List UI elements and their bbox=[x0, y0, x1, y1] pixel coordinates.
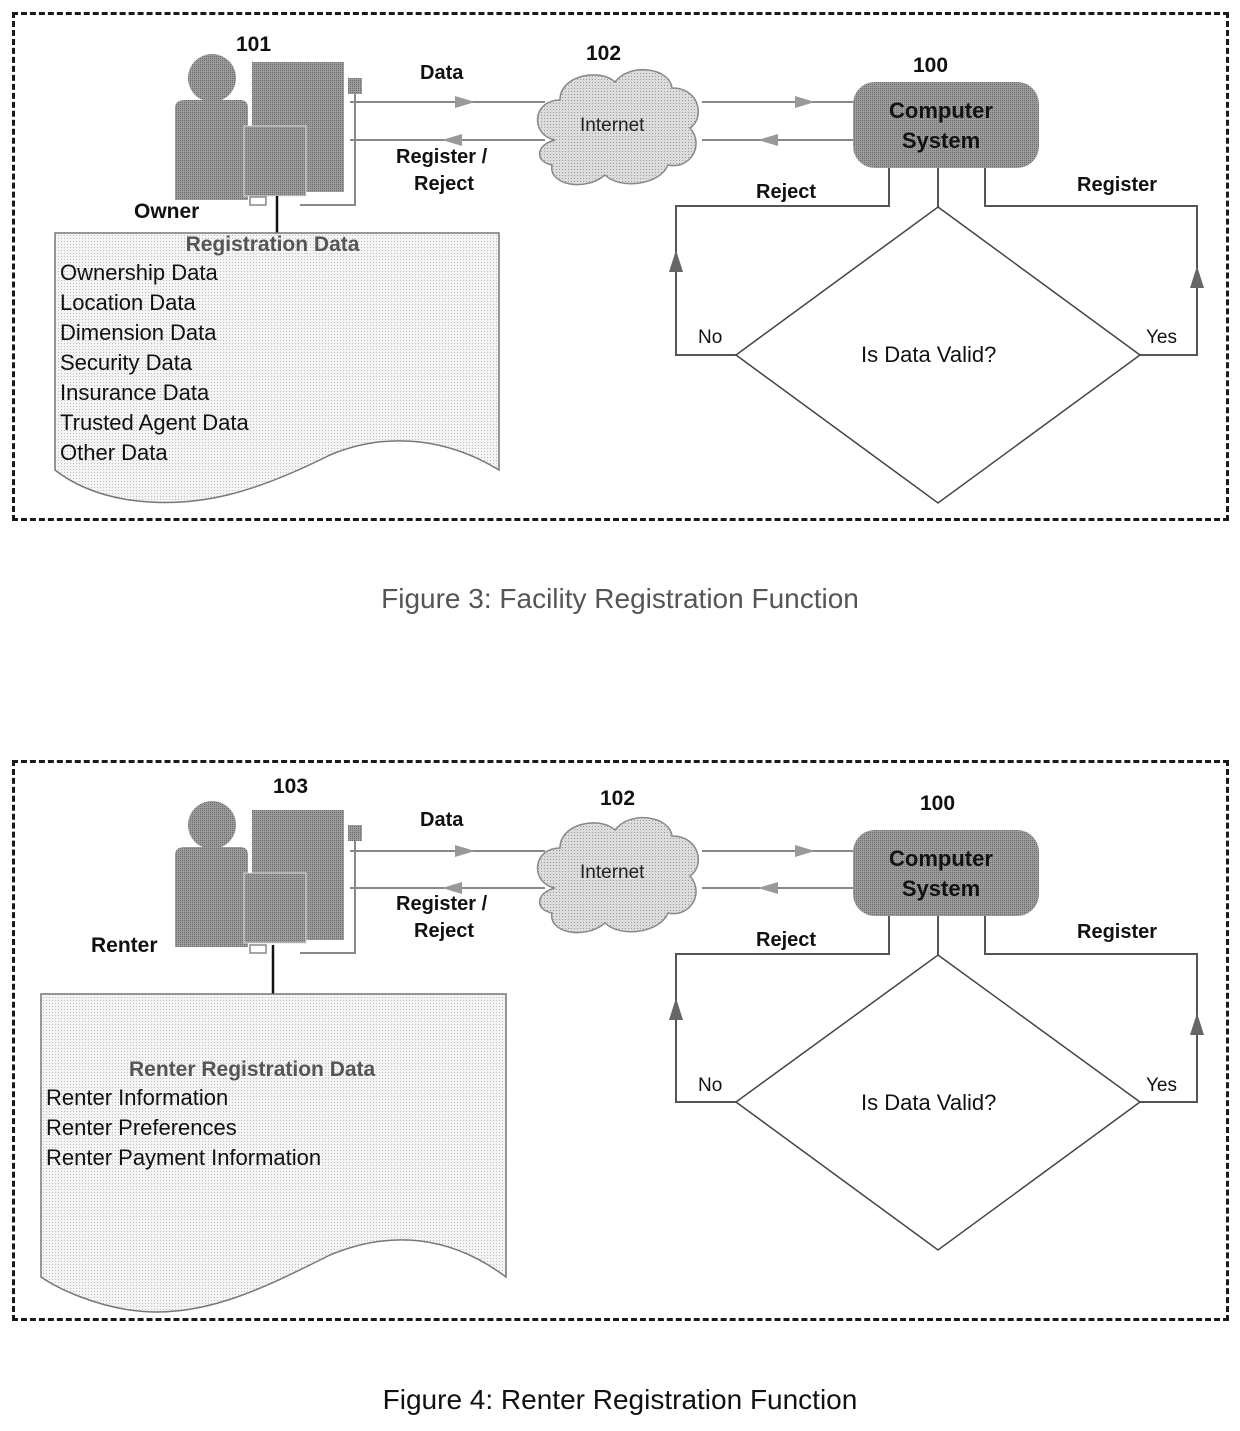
fig3-document-item: Trusted Agent Data bbox=[60, 410, 249, 435]
fig3-document-title: Registration Data bbox=[185, 233, 360, 256]
fig3-register-label: Register bbox=[1077, 174, 1158, 196]
fig3-caption: Figure 3: Facility Registration Function bbox=[381, 583, 859, 614]
fig4-no-label: No bbox=[698, 1075, 723, 1096]
fig3-document-item: Security Data bbox=[60, 350, 193, 375]
fig4-caption: Figure 4: Renter Registration Function bbox=[382, 1384, 858, 1415]
person-body-icon bbox=[175, 100, 248, 200]
fig3-user-label: Owner bbox=[134, 200, 200, 223]
fig4-data-label: Data bbox=[420, 809, 464, 831]
fig3-document-item: Ownership Data bbox=[60, 260, 218, 285]
fig3-document-item: Insurance Data bbox=[60, 380, 210, 405]
fig4-user-label: Renter bbox=[91, 934, 158, 957]
fig3-document-item: Location Data bbox=[60, 290, 196, 315]
fig3-system-ref: 100 bbox=[913, 54, 949, 77]
fig3-return-label-1: Register / bbox=[396, 146, 488, 168]
fig4-user-ref: 103 bbox=[273, 775, 309, 798]
fig4-document-title: Renter Registration Data bbox=[129, 1058, 376, 1081]
fig3-system-label-1: Computer bbox=[889, 98, 993, 123]
fig4-return-label-1: Register / bbox=[396, 893, 488, 915]
person-head-icon bbox=[188, 54, 236, 102]
fig4-document-content: Renter Registration Data Renter Informat… bbox=[46, 1057, 506, 1173]
fig3-user-icon bbox=[175, 54, 362, 206]
fig3-no-label: No bbox=[698, 327, 723, 348]
fig3-document-item: Other Data bbox=[60, 440, 168, 465]
fig3-system-label-2: System bbox=[901, 128, 981, 153]
fig4-document-item: Renter Preferences bbox=[46, 1115, 237, 1140]
fig4-system-label-1: Computer bbox=[889, 846, 993, 871]
plug-icon bbox=[348, 78, 362, 94]
fig4-document-item: Renter Payment Information bbox=[46, 1145, 322, 1170]
fig4-return-label-2: Reject bbox=[414, 920, 475, 942]
fig3-document-content: Registration Data Ownership Data Locatio… bbox=[60, 232, 500, 468]
laptop-icon bbox=[243, 125, 307, 197]
fig4-internet-ref: 102 bbox=[600, 787, 636, 810]
fig4-decision-label: Is Data Valid? bbox=[861, 1090, 997, 1115]
fig4-internet-label: Internet bbox=[580, 862, 645, 883]
fig3-system-label: Computer System bbox=[853, 96, 1029, 156]
figure-4-panel bbox=[12, 760, 1229, 1321]
fig4-yes-label: Yes bbox=[1146, 1075, 1177, 1096]
fig4-document-item: Renter Information bbox=[46, 1085, 229, 1110]
fig3-internet-ref: 102 bbox=[586, 42, 622, 65]
fig4-system-ref: 100 bbox=[920, 792, 956, 815]
fig3-decision-label: Is Data Valid? bbox=[861, 342, 997, 367]
fig3-user-ref: 101 bbox=[236, 33, 272, 56]
fig4-register-label: Register bbox=[1077, 921, 1158, 943]
fig3-return-label-2: Reject bbox=[414, 173, 475, 195]
fig3-document-item: Dimension Data bbox=[60, 320, 217, 345]
fig4-reject-label: Reject bbox=[756, 929, 817, 951]
fig3-yes-label: Yes bbox=[1146, 327, 1177, 348]
fig3-internet-label: Internet bbox=[580, 115, 645, 136]
fig4-system-label: Computer System bbox=[853, 844, 1029, 904]
fig3-data-label: Data bbox=[420, 62, 464, 84]
fig4-system-label-2: System bbox=[901, 876, 981, 901]
fig3-reject-label: Reject bbox=[756, 181, 817, 203]
